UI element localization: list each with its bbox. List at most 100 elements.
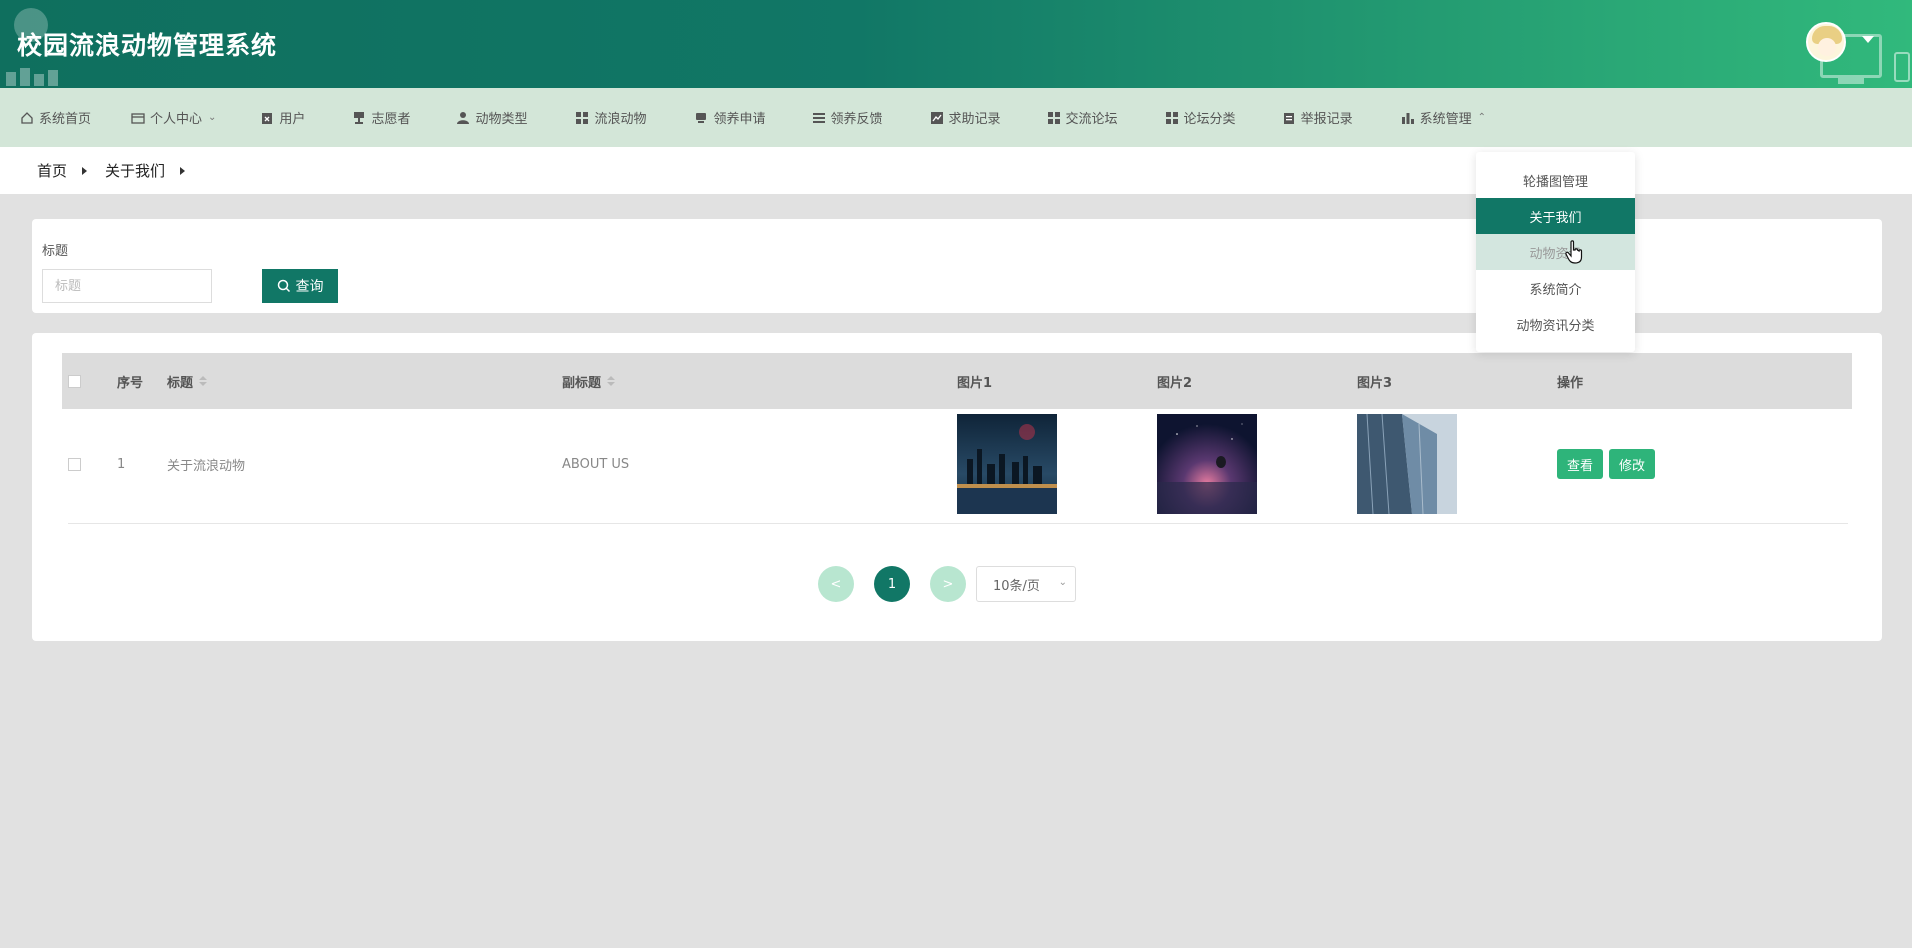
grid-icon bbox=[576, 111, 589, 124]
books-decor-icon bbox=[6, 66, 64, 86]
stamp-icon bbox=[354, 111, 365, 124]
menu-item-system-intro[interactable]: 系统简介 bbox=[1476, 270, 1635, 306]
grid-icon bbox=[1165, 111, 1178, 124]
menu-item-carousel[interactable]: 轮播图管理 bbox=[1476, 162, 1635, 198]
view-button[interactable]: 查看 bbox=[1557, 449, 1604, 479]
nav-label: 领养反馈 bbox=[830, 112, 883, 127]
breadcrumb-current: 关于我们 bbox=[105, 162, 166, 180]
cell-subtitle: ABOUT US bbox=[562, 456, 630, 472]
skyscraper-thumbnail[interactable] bbox=[1357, 414, 1457, 514]
chevron-down-icon: ⌄ bbox=[208, 112, 217, 123]
phone-decor-icon bbox=[1894, 52, 1910, 82]
nav-label: 论坛分类 bbox=[1183, 112, 1236, 127]
page-size-select[interactable]: 10条/页 ⌄ bbox=[976, 566, 1076, 602]
header-subtitle[interactable]: 副标题 bbox=[562, 353, 616, 409]
header-index: 序号 bbox=[117, 375, 144, 391]
grid-icon bbox=[1047, 111, 1060, 124]
search-button[interactable]: 查询 bbox=[262, 269, 338, 303]
pagination: < 1 > 10条/页 ⌄ bbox=[818, 566, 1076, 602]
table-header: 序号 标题 副标题 图片1 图片2 图片3 操作 bbox=[62, 353, 1852, 409]
row-divider bbox=[68, 523, 1848, 524]
page-1-button[interactable]: 1 bbox=[874, 566, 910, 602]
app-header: 校园流浪动物管理系统 bbox=[0, 0, 1912, 88]
wallet-icon bbox=[131, 112, 145, 124]
cell-image3 bbox=[1357, 409, 1457, 519]
menu-item-animal-news[interactable]: 动物资讯 bbox=[1476, 234, 1635, 270]
nav-label: 交流论坛 bbox=[1065, 112, 1118, 127]
nav-item-users[interactable]: 用户 bbox=[260, 88, 305, 147]
system-management-dropdown: 轮播图管理 关于我们 动物资讯 系统简介 动物资讯分类 bbox=[1476, 152, 1635, 352]
nav-label: 用户 bbox=[279, 112, 306, 127]
list-icon bbox=[812, 112, 825, 123]
sort-icon[interactable] bbox=[607, 376, 616, 386]
hand-cursor-icon bbox=[1565, 240, 1583, 264]
chevron-up-icon: ⌃ bbox=[1477, 112, 1486, 123]
main-nav: 系统首页 个人中心 ⌄ 用户 志愿者 动物类型 流浪动物 领养申请 领养反馈 求… bbox=[0, 88, 1912, 147]
next-page-button[interactable]: > bbox=[930, 566, 966, 602]
menu-item-about-us[interactable]: 关于我们 bbox=[1476, 198, 1635, 234]
nav-item-forum[interactable]: 交流论坛 bbox=[1047, 88, 1118, 147]
clipboard-x-icon bbox=[262, 112, 273, 124]
nav-item-forum-category[interactable]: 论坛分类 bbox=[1165, 88, 1236, 147]
row-checkbox-cell bbox=[68, 409, 81, 519]
nav-item-report-records[interactable]: 举报记录 bbox=[1282, 88, 1353, 147]
search-icon bbox=[277, 279, 290, 293]
select-all-checkbox[interactable] bbox=[68, 374, 81, 388]
cell-title: 关于流浪动物 bbox=[167, 458, 246, 474]
nav-item-system-management[interactable]: 系统管理 ⌃ bbox=[1401, 88, 1486, 147]
nav-item-home[interactable]: 系统首页 bbox=[20, 88, 91, 147]
nav-label: 举报记录 bbox=[1300, 112, 1353, 127]
nav-label: 个人中心 bbox=[150, 112, 203, 127]
bar-chart-icon bbox=[1401, 112, 1414, 124]
search-button-label: 查询 bbox=[295, 279, 324, 295]
nav-item-adoption-feedback[interactable]: 领养反馈 bbox=[812, 88, 883, 147]
home-icon bbox=[21, 111, 33, 124]
nav-item-help-records[interactable]: 求助记录 bbox=[930, 88, 1001, 147]
page-size-value: 10条/页 bbox=[993, 578, 1040, 594]
cell-index: 1 bbox=[117, 456, 126, 472]
space-balloon-thumbnail[interactable] bbox=[1157, 414, 1257, 514]
header-actions: 操作 bbox=[1557, 375, 1584, 391]
user-avatar[interactable] bbox=[1806, 22, 1846, 62]
nav-label: 系统管理 bbox=[1419, 112, 1472, 127]
header-title-label: 标题 bbox=[167, 375, 194, 391]
cell-actions: 查看 修改 bbox=[1557, 409, 1661, 519]
nav-label: 系统首页 bbox=[39, 112, 92, 127]
city-night-thumbnail[interactable] bbox=[957, 414, 1057, 514]
cell-image2 bbox=[1157, 409, 1257, 519]
nav-item-adoption-apply[interactable]: 领养申请 bbox=[694, 88, 766, 147]
nav-label: 领养申请 bbox=[713, 112, 766, 127]
breadcrumb-home[interactable]: 首页 bbox=[37, 160, 67, 181]
header-image1: 图片1 bbox=[957, 375, 993, 391]
clipboard-icon bbox=[1283, 112, 1294, 124]
nav-label: 动物类型 bbox=[475, 112, 528, 127]
nav-label: 流浪动物 bbox=[594, 112, 647, 127]
monitor-icon bbox=[696, 112, 707, 123]
header-subtitle-label: 副标题 bbox=[562, 375, 602, 391]
avatar-dropdown-caret-icon[interactable] bbox=[1862, 36, 1874, 43]
table-panel: 序号 标题 副标题 图片1 图片2 图片3 操作 1 关于流浪动物 ABOUT … bbox=[32, 333, 1882, 641]
breadcrumb-separator-icon bbox=[180, 166, 186, 175]
menu-item-animal-news-category[interactable]: 动物资讯分类 bbox=[1476, 306, 1635, 342]
header-image2: 图片2 bbox=[1157, 375, 1193, 391]
search-label: 标题 bbox=[42, 244, 69, 259]
header-title[interactable]: 标题 bbox=[167, 353, 208, 409]
nav-item-volunteer[interactable]: 志愿者 bbox=[352, 88, 410, 147]
nav-label: 志愿者 bbox=[371, 112, 411, 127]
nav-item-personal-center[interactable]: 个人中心 ⌄ bbox=[131, 88, 216, 147]
cell-image1 bbox=[957, 409, 1057, 519]
sort-icon[interactable] bbox=[199, 376, 208, 386]
breadcrumb-separator-icon bbox=[82, 166, 88, 175]
chart-line-icon bbox=[930, 111, 943, 124]
user-icon bbox=[457, 111, 470, 124]
prev-page-button[interactable]: < bbox=[818, 566, 854, 602]
table-row: 1 关于流浪动物 ABOUT US 查看 修改 bbox=[62, 409, 1852, 519]
header-image3: 图片3 bbox=[1357, 375, 1393, 391]
edit-button[interactable]: 修改 bbox=[1609, 449, 1656, 479]
chevron-down-icon: ⌄ bbox=[1058, 577, 1067, 588]
row-checkbox[interactable] bbox=[68, 457, 81, 471]
select-all-checkbox-cell bbox=[68, 353, 81, 409]
nav-item-stray-animal[interactable]: 流浪动物 bbox=[575, 88, 646, 147]
title-search-input[interactable] bbox=[42, 269, 212, 303]
nav-item-animal-type[interactable]: 动物类型 bbox=[456, 88, 527, 147]
